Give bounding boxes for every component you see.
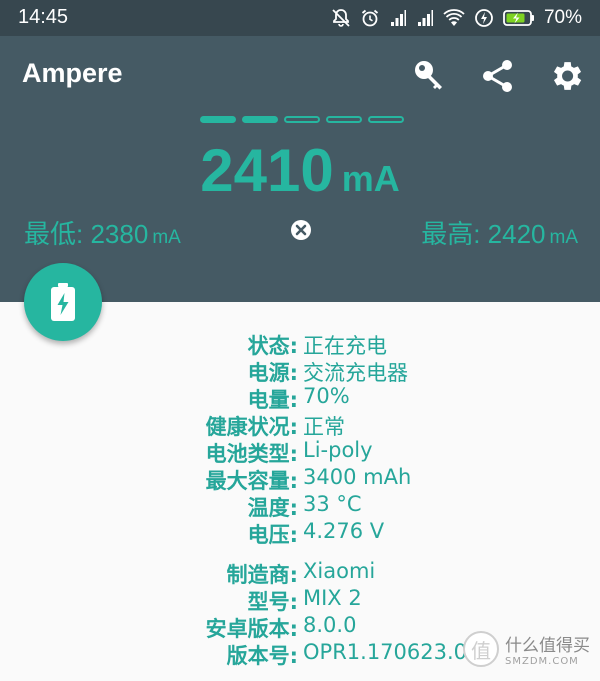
detail-label: 安卓版本:	[205, 617, 298, 641]
page-dot-5[interactable]	[368, 116, 404, 123]
battery-charging-icon	[51, 283, 75, 321]
detail-row: 电源: 交流充电器	[0, 357, 600, 385]
detail-label: 型号:	[247, 590, 298, 614]
detail-value: 3400 mAh	[303, 465, 412, 489]
status-time: 14:45	[18, 6, 69, 28]
status-bar: 14:45 70%	[0, 0, 600, 36]
app-header: Ampere 2410 mA 最低: 2380 mA 最高: 2420 mA	[0, 36, 600, 302]
signal-icon	[417, 10, 433, 26]
detail-value: 4.276 V	[303, 519, 385, 543]
share-button[interactable]	[476, 54, 520, 98]
min-reading: 最低: 2380 mA	[24, 214, 181, 251]
max-reading: 最高: 2420 mA	[421, 214, 578, 251]
detail-row: 制造商: Xiaomi	[0, 559, 600, 587]
detail-row: 电量: 70%	[0, 384, 600, 412]
page-dot-4[interactable]	[326, 116, 362, 123]
wifi-icon	[443, 9, 465, 26]
signal-icon	[390, 10, 406, 26]
pro-key-button[interactable]	[408, 54, 452, 98]
current-unit: mA	[341, 158, 400, 199]
current-value: 2410	[200, 137, 334, 204]
detail-label: 健康状况:	[205, 415, 298, 439]
min-value: 2380	[90, 219, 149, 249]
detail-label: 制造商:	[226, 563, 298, 587]
mute-bell-icon	[332, 9, 350, 27]
detail-row: 最大容量: 3400 mAh	[0, 465, 600, 493]
detail-value: 8.0.0	[303, 613, 357, 637]
page-dot-2[interactable]	[242, 116, 278, 123]
watermark-title: 什么值得买	[505, 636, 590, 656]
key-icon	[415, 61, 442, 90]
settings-icon	[553, 62, 582, 90]
settings-button[interactable]	[544, 54, 588, 98]
detail-label: 最大容量:	[205, 469, 298, 493]
battery-icon	[503, 10, 534, 26]
detail-value: 70%	[303, 384, 350, 408]
status-icons: 70%	[331, 5, 582, 31]
detail-value: 33 °C	[303, 492, 362, 516]
max-label: 最高:	[421, 219, 481, 249]
detail-value: OPR1.170623.02	[303, 640, 481, 664]
share-icon	[483, 60, 512, 92]
watermark-logo: 值	[463, 631, 499, 667]
detail-row: 电压: 4.276 V	[0, 519, 600, 547]
detail-label: 电源:	[247, 361, 298, 385]
min-label: 最低:	[24, 219, 84, 249]
detail-label: 电池类型:	[205, 442, 298, 466]
watermark: 值 什么值得买 SMZDM.COM	[463, 631, 590, 667]
detail-row: 状态: 正在充电	[0, 330, 600, 358]
detail-value: 交流充电器	[303, 361, 408, 385]
reset-minmax-icon[interactable]	[290, 219, 312, 241]
app-title: Ampere	[22, 58, 123, 88]
charging-icon	[475, 9, 493, 27]
detail-row: 型号: MIX 2	[0, 586, 600, 614]
battery-fab[interactable]	[24, 263, 102, 341]
detail-value: MIX 2	[303, 586, 362, 610]
detail-label: 电压:	[247, 523, 298, 547]
detail-value: Li-poly	[303, 438, 373, 462]
page-indicator[interactable]	[200, 116, 404, 123]
detail-row: 电池类型: Li-poly	[0, 438, 600, 466]
detail-row: 健康状况: 正常	[0, 411, 600, 439]
max-value: 2420	[487, 219, 546, 249]
page-dot-1[interactable]	[200, 116, 236, 123]
detail-label: 版本号:	[226, 644, 298, 668]
detail-row: 温度: 33 °C	[0, 492, 600, 520]
max-unit: mA	[549, 227, 579, 248]
detail-value: 正在充电	[303, 334, 387, 358]
min-unit: mA	[152, 227, 181, 248]
watermark-site: SMZDM.COM	[505, 656, 579, 667]
detail-value: Xiaomi	[303, 559, 376, 583]
current-reading: 2410 mA	[0, 136, 600, 205]
page-dot-3[interactable]	[284, 116, 320, 123]
detail-label: 温度:	[247, 496, 298, 520]
battery-percent: 70%	[543, 7, 582, 28]
detail-label: 电量:	[247, 388, 298, 412]
detail-value: 正常	[303, 415, 345, 439]
alarm-icon	[361, 9, 379, 27]
detail-label: 状态:	[247, 334, 298, 358]
